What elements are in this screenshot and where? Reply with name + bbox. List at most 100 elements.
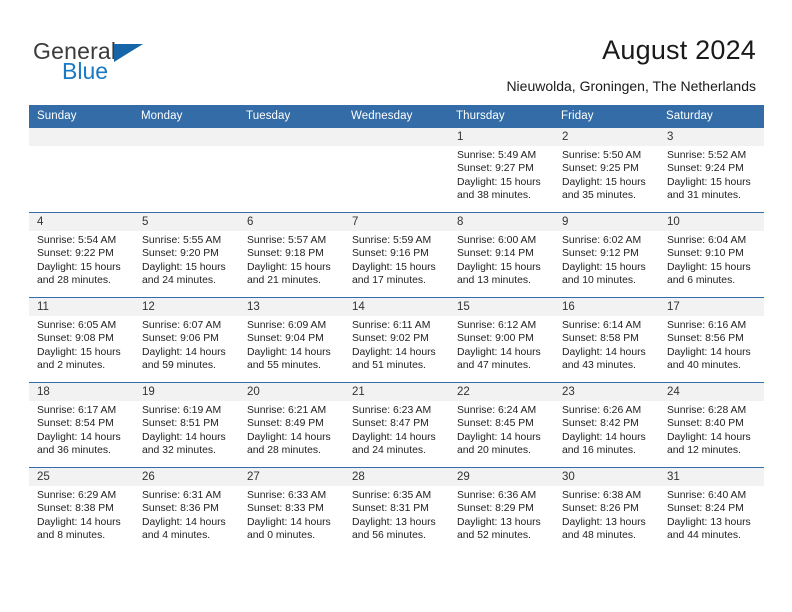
day-daylight-line1-text: Daylight: 15 hours [562,261,646,273]
day-sun-info: Sunrise: 6:23 AM Sunset: 8:47 PM Daylight:… [344,401,449,457]
calendar-day-cell[interactable]: 6 Sunrise: 5:57 AM Sunset: 9:18 PM Daylight… [239,212,344,298]
day-sunrise-text: Sunrise: 5:54 AM [37,235,117,246]
day-number [344,128,449,146]
brand-logo[interactable]: General Blue [33,38,253,86]
calendar-day-cell[interactable]: 9 Sunrise: 6:02 AM Sunset: 9:12 PM Daylight… [554,212,659,298]
day-sun-info: Sunrise: 5:54 AM Sunset: 9:22 PM Daylight:… [29,231,134,287]
day-sun-info: Sunrise: 5:52 AM Sunset: 9:24 PM Daylight:… [659,146,764,202]
day-sunrise-text: Sunrise: 6:23 AM [352,405,432,416]
day-sun-info: Sunrise: 6:09 AM Sunset: 9:04 PM Daylight:… [239,316,344,372]
day-sunset-text: Sunset: 8:47 PM [352,418,429,430]
day-sunrise-text: Sunrise: 6:36 AM [457,490,537,501]
calendar-day-cell[interactable]: 2 Sunrise: 5:50 AM Sunset: 9:25 PM Daylight… [554,127,659,213]
calendar-day-cell[interactable]: 16 Sunrise: 6:14 AM Sunset: 8:58 PM Dayligh… [554,297,659,383]
day-daylight-line2-text: and 36 minutes. [37,444,111,456]
day-number [239,128,344,146]
day-sunrise-text: Sunrise: 5:59 AM [352,235,432,246]
day-sun-info [239,146,344,149]
day-cell-content: 20 Sunrise: 6:21 AM Sunset: 8:49 PM Dayligh… [239,383,344,467]
calendar-day-cell[interactable]: 13 Sunrise: 6:09 AM Sunset: 9:04 PM Dayligh… [239,297,344,383]
day-daylight-line1-text: Daylight: 14 hours [667,431,751,443]
day-number: 12 [134,298,239,316]
day-cell-content [29,128,134,212]
day-daylight-line2-text: and 6 minutes. [667,274,736,286]
day-daylight-line2-text: and 24 minutes. [142,274,216,286]
day-sun-info: Sunrise: 6:24 AM Sunset: 8:45 PM Daylight:… [449,401,554,457]
day-cell-content: 19 Sunrise: 6:19 AM Sunset: 8:51 PM Dayligh… [134,383,239,467]
day-sunset-text: Sunset: 9:16 PM [352,248,429,260]
calendar-day-cell[interactable]: 24 Sunrise: 6:28 AM Sunset: 8:40 PM Dayligh… [659,382,764,468]
calendar-day-cell[interactable]: 3 Sunrise: 5:52 AM Sunset: 9:24 PM Daylight… [659,127,764,213]
calendar-day-cell[interactable] [29,127,134,213]
calendar-day-cell[interactable]: 18 Sunrise: 6:17 AM Sunset: 8:54 PM Dayligh… [29,382,134,468]
day-number: 11 [29,298,134,316]
calendar-day-cell[interactable]: 28 Sunrise: 6:35 AM Sunset: 8:31 PM Dayligh… [344,467,449,552]
calendar-day-cell[interactable]: 15 Sunrise: 6:12 AM Sunset: 9:00 PM Dayligh… [449,297,554,383]
day-sun-info: Sunrise: 6:29 AM Sunset: 8:38 PM Daylight:… [29,486,134,542]
calendar-week-row: 11 Sunrise: 6:05 AM Sunset: 9:08 PM Dayligh… [29,297,764,383]
calendar-day-cell[interactable]: 8 Sunrise: 6:00 AM Sunset: 9:14 PM Daylight… [449,212,554,298]
calendar-day-cell[interactable]: 4 Sunrise: 5:54 AM Sunset: 9:22 PM Daylight… [29,212,134,298]
calendar-day-cell[interactable]: 23 Sunrise: 6:26 AM Sunset: 8:42 PM Dayligh… [554,382,659,468]
day-cell-content: 31 Sunrise: 6:40 AM Sunset: 8:24 PM Dayligh… [659,468,764,552]
day-number: 31 [659,468,764,486]
day-daylight-line2-text: and 12 minutes. [667,444,741,456]
calendar-day-cell[interactable]: 27 Sunrise: 6:33 AM Sunset: 8:33 PM Dayligh… [239,467,344,552]
calendar-body: 1 Sunrise: 5:49 AM Sunset: 9:27 PM Daylight… [29,127,764,552]
day-daylight-line2-text: and 48 minutes. [562,529,636,541]
day-sunset-text: Sunset: 8:51 PM [142,418,219,430]
day-sunset-text: Sunset: 8:33 PM [247,503,324,515]
day-daylight-line2-text: and 40 minutes. [667,359,741,371]
day-sun-info [29,146,134,149]
calendar-day-cell[interactable]: 31 Sunrise: 6:40 AM Sunset: 8:24 PM Dayligh… [659,467,764,552]
calendar-day-cell[interactable]: 26 Sunrise: 6:31 AM Sunset: 8:36 PM Dayligh… [134,467,239,552]
calendar-day-cell[interactable]: 30 Sunrise: 6:38 AM Sunset: 8:26 PM Dayligh… [554,467,659,552]
calendar-day-cell[interactable] [344,127,449,213]
day-number: 26 [134,468,239,486]
day-daylight-line1-text: Daylight: 14 hours [37,431,121,443]
calendar-day-cell[interactable]: 5 Sunrise: 5:55 AM Sunset: 9:20 PM Daylight… [134,212,239,298]
day-cell-content: 4 Sunrise: 5:54 AM Sunset: 9:22 PM Daylight… [29,213,134,297]
day-daylight-line2-text: and 44 minutes. [667,529,741,541]
day-number: 7 [344,213,449,231]
calendar-day-cell[interactable]: 29 Sunrise: 6:36 AM Sunset: 8:29 PM Dayligh… [449,467,554,552]
day-number: 22 [449,383,554,401]
day-daylight-line1-text: Daylight: 13 hours [352,516,436,528]
calendar-day-cell[interactable]: 10 Sunrise: 6:04 AM Sunset: 9:10 PM Dayligh… [659,212,764,298]
calendar-day-cell[interactable]: 14 Sunrise: 6:11 AM Sunset: 9:02 PM Dayligh… [344,297,449,383]
calendar-day-cell[interactable] [239,127,344,213]
calendar-day-cell[interactable]: 17 Sunrise: 6:16 AM Sunset: 8:56 PM Dayligh… [659,297,764,383]
calendar-week-row: 18 Sunrise: 6:17 AM Sunset: 8:54 PM Dayligh… [29,382,764,468]
calendar-day-cell[interactable]: 22 Sunrise: 6:24 AM Sunset: 8:45 PM Dayligh… [449,382,554,468]
calendar-day-cell[interactable]: 7 Sunrise: 5:59 AM Sunset: 9:16 PM Daylight… [344,212,449,298]
day-daylight-line2-text: and 17 minutes. [352,274,426,286]
day-cell-content: 7 Sunrise: 5:59 AM Sunset: 9:16 PM Daylight… [344,213,449,297]
calendar-day-cell[interactable]: 12 Sunrise: 6:07 AM Sunset: 9:06 PM Dayligh… [134,297,239,383]
day-sun-info [344,146,449,149]
day-daylight-line1-text: Daylight: 14 hours [142,431,226,443]
day-daylight-line1-text: Daylight: 14 hours [457,346,541,358]
calendar-day-cell[interactable]: 1 Sunrise: 5:49 AM Sunset: 9:27 PM Daylight… [449,127,554,213]
calendar-week-row: 4 Sunrise: 5:54 AM Sunset: 9:22 PM Daylight… [29,212,764,298]
day-sunrise-text: Sunrise: 6:14 AM [562,320,642,331]
day-daylight-line1-text: Daylight: 13 hours [667,516,751,528]
day-number: 23 [554,383,659,401]
day-cell-content: 2 Sunrise: 5:50 AM Sunset: 9:25 PM Daylight… [554,128,659,212]
day-cell-content [134,128,239,212]
day-sunset-text: Sunset: 9:22 PM [37,248,114,260]
day-sun-info: Sunrise: 6:05 AM Sunset: 9:08 PM Daylight:… [29,316,134,372]
calendar-day-cell[interactable]: 11 Sunrise: 6:05 AM Sunset: 9:08 PM Dayligh… [29,297,134,383]
calendar-day-cell[interactable]: 19 Sunrise: 6:19 AM Sunset: 8:51 PM Dayligh… [134,382,239,468]
day-sunrise-text: Sunrise: 6:26 AM [562,405,642,416]
day-number: 27 [239,468,344,486]
day-sun-info: Sunrise: 6:19 AM Sunset: 8:51 PM Daylight:… [134,401,239,457]
calendar-day-cell[interactable] [134,127,239,213]
calendar-day-cell[interactable]: 21 Sunrise: 6:23 AM Sunset: 8:47 PM Dayligh… [344,382,449,468]
calendar-day-cell[interactable]: 25 Sunrise: 6:29 AM Sunset: 8:38 PM Dayligh… [29,467,134,552]
calendar-day-cell[interactable]: 20 Sunrise: 6:21 AM Sunset: 8:49 PM Dayligh… [239,382,344,468]
day-cell-content: 5 Sunrise: 5:55 AM Sunset: 9:20 PM Daylight… [134,213,239,297]
calendar-header-row: Sunday Monday Tuesday Wednesday Thursday… [29,105,764,128]
day-sunrise-text: Sunrise: 6:35 AM [352,490,432,501]
day-daylight-line2-text: and 24 minutes. [352,444,426,456]
day-sun-info: Sunrise: 5:57 AM Sunset: 9:18 PM Daylight:… [239,231,344,287]
